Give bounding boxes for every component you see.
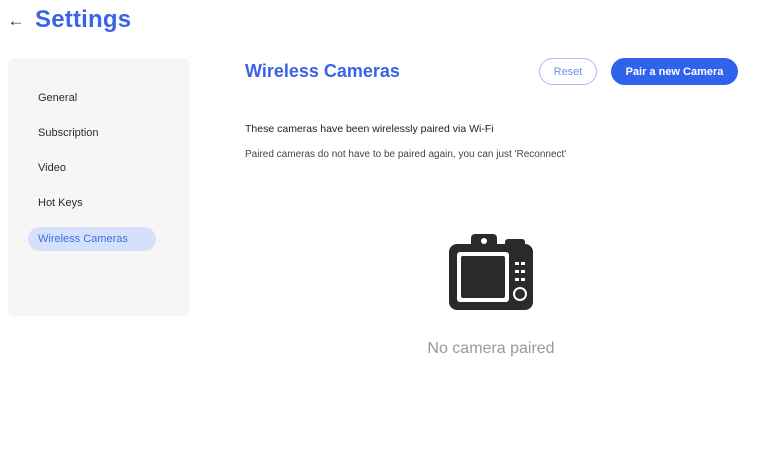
- sidebar-item-video[interactable]: Video: [28, 156, 76, 180]
- sidebar-item-hot-keys[interactable]: Hot Keys: [28, 191, 93, 215]
- empty-state-message: No camera paired: [427, 340, 555, 357]
- description-primary: These cameras have been wirelessly paire…: [245, 123, 494, 135]
- page-title: Settings: [35, 6, 132, 33]
- back-arrow-icon[interactable]: ←: [6, 10, 26, 32]
- camera-icon: [449, 234, 533, 310]
- sidebar-item-subscription[interactable]: Subscription: [28, 121, 109, 145]
- reset-button[interactable]: Reset: [539, 58, 597, 85]
- section-title: Wireless Cameras: [245, 61, 400, 81]
- sidebar-item-general[interactable]: General: [28, 86, 87, 110]
- pair-new-camera-button[interactable]: Pair a new Camera: [611, 58, 738, 85]
- description-secondary: Paired cameras do not have to be paired …: [245, 149, 567, 160]
- sidebar-item-wireless-cameras[interactable]: Wireless Cameras: [28, 227, 156, 251]
- settings-sidebar: General Subscription Video Hot Keys Wire…: [8, 58, 190, 316]
- settings-page: ← Settings General Subscription Video Ho…: [0, 0, 762, 476]
